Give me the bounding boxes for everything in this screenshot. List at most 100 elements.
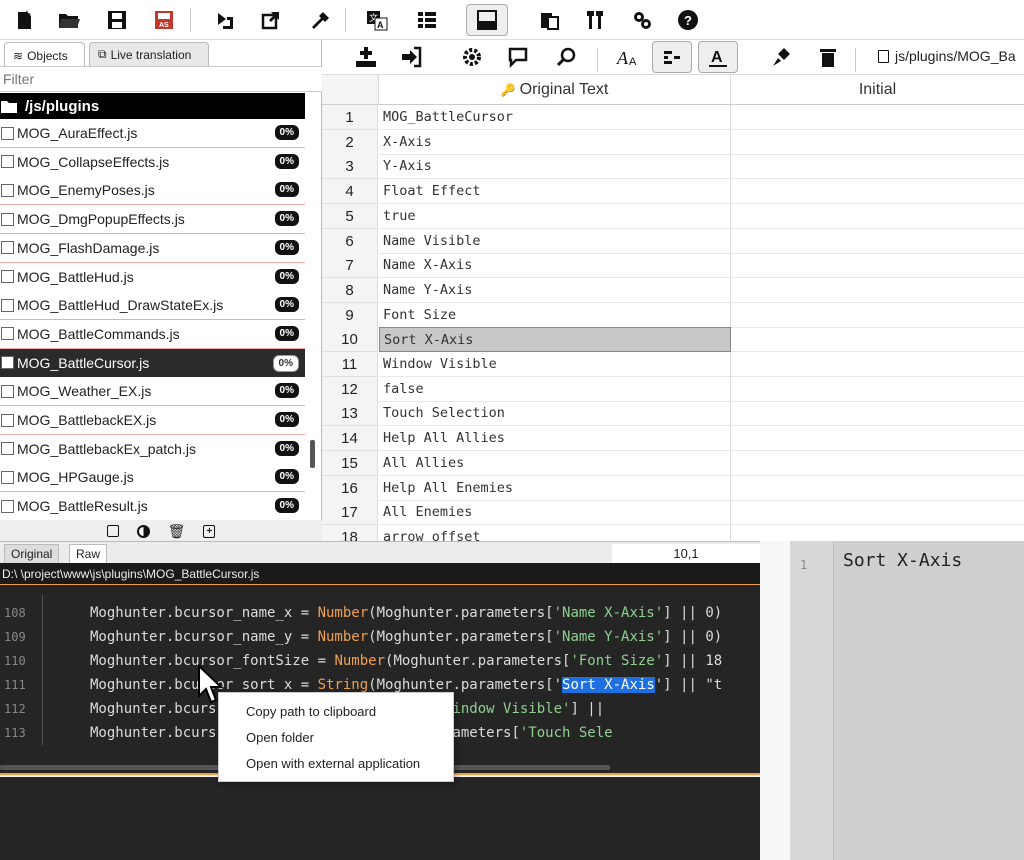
- file-checkbox[interactable]: [1, 270, 14, 283]
- grid-row[interactable]: 17 All Enemies: [322, 500, 1024, 526]
- grid-row[interactable]: 9 Font Size: [322, 302, 1024, 328]
- wrap-text-icon[interactable]: [652, 41, 692, 73]
- file-list-item[interactable]: MOG_AuraEffect.js 0%: [0, 119, 305, 148]
- original-text-cell[interactable]: Touch Selection: [379, 401, 731, 427]
- settings-gears-icon[interactable]: [628, 6, 656, 34]
- filter-input[interactable]: [0, 66, 322, 92]
- grid-row[interactable]: 1 MOG_BattleCursor: [322, 105, 1024, 130]
- initial-text-cell[interactable]: [731, 278, 1024, 303]
- file-list-item[interactable]: MOG_BattleHud_DrawStateEx.js 0%: [0, 291, 305, 321]
- initial-text-cell[interactable]: [731, 204, 1024, 229]
- file-list-item[interactable]: MOG_BattleCommands.js 0%: [0, 319, 305, 349]
- original-text-cell[interactable]: true: [379, 203, 731, 229]
- file-checkbox[interactable]: [1, 442, 14, 456]
- initial-text-cell[interactable]: [731, 154, 1024, 180]
- grid-row[interactable]: 8 Name Y-Axis: [322, 277, 1024, 303]
- comment-icon[interactable]: [504, 43, 532, 71]
- file-checkbox[interactable]: [1, 241, 14, 255]
- save-icon[interactable]: [103, 6, 131, 34]
- column-header-initial[interactable]: Initial: [731, 75, 1024, 105]
- open-external-menu-item[interactable]: Open with external application: [219, 751, 453, 777]
- file-checkbox[interactable]: [1, 183, 14, 197]
- grid-row[interactable]: 5 true: [322, 203, 1024, 229]
- editor-splitter[interactable]: [760, 541, 790, 860]
- export-icon[interactable]: [257, 6, 285, 34]
- grid-row[interactable]: 14 Help All Allies: [322, 426, 1024, 452]
- brush-icon[interactable]: [767, 43, 795, 71]
- contrast-icon[interactable]: [136, 524, 150, 538]
- file-checkbox[interactable]: [1, 384, 14, 398]
- translation-editor-text[interactable]: Sort X-Axis: [843, 550, 962, 571]
- file-list-item[interactable]: MOG_BattleResult.js 0%: [0, 492, 305, 522]
- layout-toggle-icon[interactable]: [466, 4, 508, 36]
- initial-text-cell[interactable]: [731, 352, 1024, 377]
- original-text-cell[interactable]: Window Visible: [379, 352, 731, 377]
- original-text-cell[interactable]: Name Y-Axis: [379, 277, 731, 303]
- initial-text-cell[interactable]: [731, 229, 1024, 254]
- tab-live-translation[interactable]: ⧉ Live translation: [89, 42, 209, 66]
- file-list-scrollbar[interactable]: [310, 440, 315, 468]
- file-checkbox[interactable]: [1, 327, 14, 341]
- column-header-original[interactable]: 🔑 Original Text: [379, 75, 731, 105]
- grid-row[interactable]: 18 arrow offset: [322, 524, 1024, 541]
- file-checkbox[interactable]: [1, 212, 14, 226]
- copy-path-menu-item[interactable]: Copy path to clipboard: [219, 699, 453, 725]
- file-checkbox[interactable]: [1, 470, 14, 484]
- initial-text-cell[interactable]: [731, 426, 1024, 452]
- initial-text-cell[interactable]: [731, 500, 1024, 526]
- file-list-item[interactable]: MOG_BattleHud.js 0%: [0, 262, 305, 292]
- initial-text-cell[interactable]: [731, 253, 1024, 279]
- original-text-cell[interactable]: All Allies: [379, 450, 731, 476]
- initial-text-cell[interactable]: [731, 451, 1024, 476]
- file-list-item[interactable]: MOG_DmgPopupEffects.js 0%: [0, 205, 305, 235]
- original-text-cell[interactable]: arrow offset: [379, 524, 731, 541]
- text-format-icon[interactable]: A: [698, 41, 738, 73]
- login-icon[interactable]: [397, 43, 425, 71]
- folder-header[interactable]: /js/plugins: [0, 93, 305, 119]
- original-text-cell[interactable]: X-Axis: [379, 129, 731, 155]
- file-checkbox[interactable]: [1, 155, 14, 169]
- original-text-cell[interactable]: false: [379, 376, 731, 402]
- add-file-icon[interactable]: +: [203, 524, 216, 538]
- initial-text-cell[interactable]: [731, 525, 1024, 541]
- file-list-item[interactable]: MOG_BattleCursor.js 0%: [0, 348, 305, 378]
- translate-icon[interactable]: 文A: [363, 6, 391, 34]
- import-icon[interactable]: [212, 6, 240, 34]
- grid-row[interactable]: 11 Window Visible: [322, 352, 1024, 377]
- original-text-cell[interactable]: Name X-Axis: [379, 253, 731, 279]
- help-icon[interactable]: ?: [674, 6, 702, 34]
- file-list-item[interactable]: MOG_Weather_EX.js 0%: [0, 377, 305, 407]
- file-checkbox[interactable]: [1, 298, 14, 312]
- initial-text-cell[interactable]: [731, 130, 1024, 155]
- grid-row[interactable]: 13 Touch Selection: [322, 401, 1024, 427]
- grid-row[interactable]: 7 Name X-Axis: [322, 253, 1024, 279]
- tab-objects[interactable]: ≋ Objects: [4, 42, 85, 68]
- original-text-cell[interactable]: Help All Enemies: [379, 475, 731, 501]
- grid-row[interactable]: 3 Y-Axis: [322, 154, 1024, 180]
- file-list-item[interactable]: MOG_FlashDamage.js 0%: [0, 233, 305, 263]
- initial-text-cell[interactable]: [731, 105, 1024, 130]
- initial-text-cell[interactable]: [731, 476, 1024, 501]
- wrench-icon[interactable]: [305, 6, 333, 34]
- font-size-icon[interactable]: AA: [614, 43, 642, 71]
- grid-row[interactable]: 4 Float Effect: [322, 179, 1024, 205]
- original-text-cell[interactable]: Name Visible: [379, 228, 731, 254]
- original-text-cell[interactable]: Float Effect: [379, 179, 731, 205]
- original-text-cell[interactable]: Font Size: [379, 302, 731, 328]
- file-list-item[interactable]: MOG_EnemyPoses.js 0%: [0, 176, 305, 206]
- file-list-item[interactable]: MOG_BattlebackEx_patch.js 0%: [0, 434, 305, 464]
- original-text-cell[interactable]: Sort X-Axis: [379, 327, 731, 353]
- initial-text-cell[interactable]: [731, 401, 1024, 427]
- trash-icon[interactable]: 🗑: [168, 523, 186, 540]
- square-icon[interactable]: [106, 525, 119, 537]
- grid-row[interactable]: 15 All Allies: [322, 450, 1024, 476]
- grid-row[interactable]: 10 Sort X-Axis: [322, 327, 1024, 353]
- file-checkbox[interactable]: [1, 356, 14, 370]
- original-text-cell[interactable]: All Enemies: [379, 500, 731, 526]
- gear-icon[interactable]: [458, 43, 486, 71]
- grid-row[interactable]: 16 Help All Enemies: [322, 475, 1024, 501]
- original-text-cell[interactable]: Help All Allies: [379, 426, 731, 452]
- grid-row[interactable]: 6 Name Visible: [322, 228, 1024, 254]
- tab-original[interactable]: Original: [4, 544, 60, 564]
- file-list-item[interactable]: MOG_CollapseEffects.js 0%: [0, 147, 305, 177]
